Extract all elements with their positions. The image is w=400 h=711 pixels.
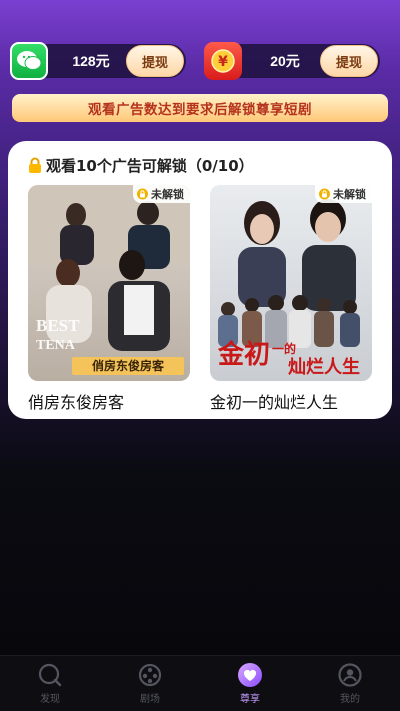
svg-text:一的: 一的 [272, 341, 296, 356]
drama-poster[interactable]: 金初 一的 灿烂人生 未解锁 [210, 185, 372, 381]
heart-icon [238, 663, 262, 687]
svg-text:BEST: BEST [36, 316, 80, 335]
svg-text:¥: ¥ [218, 54, 228, 70]
nav-label: 尊享 [240, 694, 260, 705]
wechat-amount: 128元 [72, 53, 110, 69]
nav-label: 剧场 [140, 694, 160, 705]
locked-badge: 未解锁 [133, 185, 190, 203]
drama-poster[interactable]: BEST TENA 俏房东俊房客 未解锁 [28, 185, 190, 381]
poster-caption-text: 俏房东俊房客 [92, 358, 165, 373]
badge-lock-icon [137, 188, 148, 200]
drama-title[interactable]: 金初一的灿烂人生 [210, 389, 372, 413]
card-title-text: 观看10个广告可解锁（0/10） [46, 156, 254, 175]
nav-item-discover[interactable]: 发现 [15, 662, 85, 705]
svg-text:TENA: TENA [36, 338, 76, 353]
bottom-nav: 发现 剧场 尊享 我的 [0, 655, 400, 711]
wechat-wallet: 128元 提现 [10, 42, 186, 80]
badge-lock-icon [319, 188, 330, 200]
locked-badge-text: 未解锁 [151, 188, 184, 201]
wechat-icon [10, 42, 48, 80]
cash-amount: 20元 [270, 53, 300, 69]
nav-label: 发现 [40, 694, 60, 705]
cash-wallet: ¥ 20元 提现 [204, 42, 380, 80]
profile-icon [338, 663, 362, 687]
drama-item[interactable]: 金初 一的 灿烂人生 未解锁 金初一的灿烂人生 [210, 185, 372, 413]
locked-badge: 未解锁 [315, 185, 372, 203]
film-reel-icon [138, 663, 162, 687]
lock-icon [29, 157, 41, 173]
locked-badge-text: 未解锁 [333, 188, 366, 201]
nav-item-mine[interactable]: 我的 [315, 662, 385, 705]
unlock-card: 观看10个广告可解锁（0/10） BEST TENA 俏房东俊房客 未解锁 俏房… [8, 141, 392, 419]
card-title: 观看10个广告可解锁（0/10） [28, 155, 254, 175]
discover-icon [38, 663, 62, 687]
poster-caption-text: 金初 [217, 339, 270, 370]
drama-item[interactable]: BEST TENA 俏房东俊房客 未解锁 俏房东俊房客 [28, 185, 190, 413]
wechat-withdraw-button[interactable]: 提现 [126, 45, 184, 77]
yuan-coin-icon: ¥ [204, 42, 242, 80]
unlock-requirement-banner: 观看广告数达到要求后解锁尊享短剧 [12, 94, 388, 122]
nav-item-premium[interactable]: 尊享 [215, 662, 285, 705]
nav-item-theater[interactable]: 剧场 [115, 662, 185, 705]
drama-title[interactable]: 俏房东俊房客 [28, 389, 190, 413]
cash-withdraw-button[interactable]: 提现 [320, 45, 378, 77]
wallet-row: 128元 提现 ¥ 20元 提现 [10, 42, 388, 80]
nav-label: 我的 [340, 694, 360, 705]
svg-text:灿烂人生: 灿烂人生 [288, 356, 360, 378]
